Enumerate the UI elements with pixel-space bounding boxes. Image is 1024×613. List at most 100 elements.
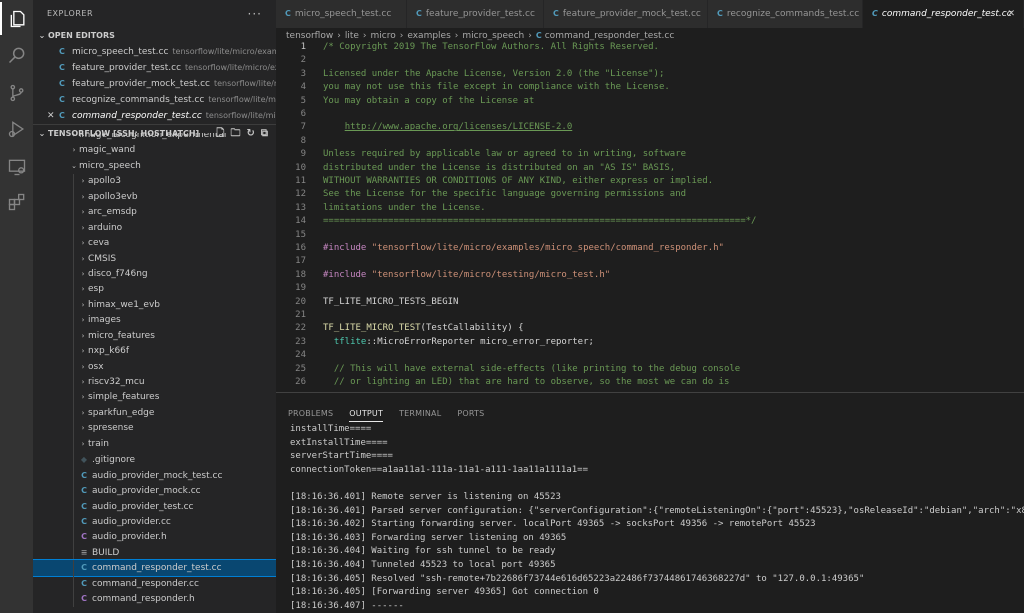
tree-folder[interactable]: › nxp_k66f xyxy=(33,344,276,360)
editor-tab[interactable]: Cfeature_provider_mock_test.cc xyxy=(544,0,708,28)
code-line: 3 Licensed under the Apache License, Vers… xyxy=(276,68,1024,81)
tree-item-label: esp xyxy=(88,284,104,295)
close-icon[interactable]: ✕ xyxy=(1007,0,1015,28)
tree-folder[interactable]: › micro_features xyxy=(33,328,276,345)
tree-file[interactable]: Ccommand_responder.cc xyxy=(33,575,276,592)
chevron-right-icon: › xyxy=(81,347,85,356)
tree-folder[interactable]: › disco_f746ng xyxy=(33,266,276,283)
explorer-icon[interactable] xyxy=(0,2,33,35)
tree-item-label: apollo3 xyxy=(88,176,121,187)
breadcrumb-item[interactable]: command_responder_test.cc xyxy=(545,31,675,41)
tree-file[interactable]: Caudio_provider.h xyxy=(33,529,276,545)
tree-folder[interactable]: ⌄ micro_speech xyxy=(33,159,276,174)
indent-guide xyxy=(73,236,74,252)
panel-tabs: PROBLEMS OUTPUT TERMINAL PORTS xyxy=(288,401,500,422)
extensions-icon[interactable] xyxy=(0,185,33,218)
tree-folder[interactable]: › apollo3evb xyxy=(33,189,276,206)
output-log[interactable]: installTime==== extInstallTime==== serverS… xyxy=(290,423,1024,613)
breadcrumb-item[interactable]: micro_speech xyxy=(462,31,524,41)
tree-folder[interactable]: › simple_features xyxy=(33,390,276,406)
tree-folder[interactable]: › sparkfun_edge xyxy=(33,405,276,422)
tree-folder[interactable]: › arc_emsdp xyxy=(33,205,276,221)
tree-file[interactable]: ≡ BUILD xyxy=(33,544,276,561)
code-line: 11 WITHOUT WARRANTIES OR CONDITIONS OF AN… xyxy=(276,175,1024,188)
panel-tab-ports[interactable]: PORTS xyxy=(457,409,484,421)
editor-tab[interactable]: Crecognize_commands_test.cc xyxy=(708,0,863,28)
tree-folder[interactable]: › esp xyxy=(33,282,276,298)
open-editor-item[interactable]: Crecognize_commands_test.cc tensorflow/li… xyxy=(33,92,276,108)
open-editor-item[interactable]: Cfeature_provider_test.cc tensorflow/lite… xyxy=(33,60,276,76)
code-line: 7 http://www.apache.org/licenses/LICENSE… xyxy=(276,121,1024,134)
open-editor-name: micro_speech_test.cc xyxy=(72,47,169,57)
tree-folder[interactable]: › image_recognition_experimental xyxy=(33,133,276,143)
breadcrumb-item[interactable]: examples xyxy=(407,31,450,41)
tree-folder[interactable]: › himax_we1_evb xyxy=(33,297,276,314)
tree-folder[interactable]: › arduino xyxy=(33,220,276,237)
source-control-icon[interactable] xyxy=(0,76,33,109)
tree-file[interactable]: Ccommand_responder_test.cc xyxy=(33,559,276,577)
panel-tab-problems[interactable]: PROBLEMS xyxy=(288,409,333,421)
tree-folder[interactable]: › spresense xyxy=(33,421,276,437)
line-number: 22 xyxy=(295,323,306,334)
code-text: Licensed under the Apache License, Versi… xyxy=(323,68,665,79)
code-text: distributed under the License is distrib… xyxy=(323,162,676,173)
code-text: TF_LITE_MICRO_TEST(TestCallability) { xyxy=(323,323,524,334)
open-editor-item[interactable]: Cfeature_provider_mock_test.cc tensorflow… xyxy=(33,76,276,92)
tree-folder[interactable]: › apollo3 xyxy=(33,174,276,190)
tree-folder[interactable]: › ceva xyxy=(33,236,276,252)
chevron-right-icon: › xyxy=(72,133,76,139)
tree-file[interactable]: Caudio_provider_mock.cc xyxy=(33,483,276,499)
tree-file[interactable]: Caudio_provider.cc xyxy=(33,513,276,530)
breadcrumb-item[interactable]: micro xyxy=(371,31,396,41)
tree-file[interactable]: Ccommand_responder.h xyxy=(33,591,276,607)
editor-tab-label: feature_provider_test.cc xyxy=(425,9,535,19)
tree-folder[interactable]: › osx xyxy=(33,359,276,375)
open-editor-item[interactable]: ✕ Ccommand_responder_test.cc tensorflow/li… xyxy=(33,108,276,124)
editor-tab[interactable]: Cmicro_speech_test.cc xyxy=(276,0,407,28)
breadcrumb-item[interactable]: lite xyxy=(345,31,359,41)
line-number: 25 xyxy=(295,363,306,374)
tree-folder[interactable]: › train xyxy=(33,436,276,453)
open-editor-item[interactable]: Cmicro_speech_test.cc tensorflow/lite/mic… xyxy=(33,44,276,60)
tree-file[interactable]: Caudio_provider_mock_test.cc xyxy=(33,467,276,484)
editor-tab[interactable]: Cfeature_provider_test.cc xyxy=(407,0,544,28)
line-number: 13 xyxy=(295,202,306,213)
line-number: 26 xyxy=(295,377,306,387)
tree-folder[interactable]: › CMSIS xyxy=(33,251,276,267)
code-text: http://www.apache.org/licenses/LICENSE-2… xyxy=(344,122,573,133)
remote-explorer-icon[interactable] xyxy=(0,150,33,183)
more-actions-icon[interactable]: ··· xyxy=(248,0,262,28)
output-line: connectionToken==a1aa11a1-111a-11a1-a111… xyxy=(290,464,589,475)
chevron-right-icon: › xyxy=(81,239,85,248)
tree-file[interactable]: Caudio_provider_test.cc xyxy=(33,498,276,514)
run-debug-icon[interactable] xyxy=(0,112,33,145)
breadcrumb-separator: › xyxy=(362,31,367,41)
panel-tab-terminal[interactable]: TERMINAL xyxy=(399,409,441,421)
tree-folder[interactable]: › magic_wand xyxy=(33,143,276,158)
indent-guide xyxy=(73,282,74,298)
code-line: 14 ======================================… xyxy=(276,215,1024,228)
tree-folder[interactable]: › riscv32_mcu xyxy=(33,375,276,391)
code-line: 15 xyxy=(276,229,1024,242)
git-file-icon: ◆ xyxy=(80,455,88,465)
tree-item-label: micro_speech xyxy=(79,160,141,171)
tree-item-label: sparkfun_edge xyxy=(88,407,155,418)
tree-file[interactable]: ◆ .gitignore xyxy=(33,452,276,468)
chevron-right-icon: › xyxy=(81,378,85,386)
panel-tab-output[interactable]: OUTPUT xyxy=(349,409,384,422)
code-text: You may obtain a copy of the License at xyxy=(323,95,535,106)
chevron-right-icon: › xyxy=(81,393,85,402)
indent-guide xyxy=(73,359,74,375)
code-editor[interactable]: 1 /* Copyright 2019 The TensorFlow Author… xyxy=(276,41,1024,390)
code-line: 24 xyxy=(276,349,1024,362)
line-number: 12 xyxy=(295,189,306,200)
search-icon[interactable] xyxy=(0,38,33,71)
code-line: 13 limitations under the License. xyxy=(276,202,1024,215)
tree-folder[interactable]: › images xyxy=(33,313,276,329)
editor-tab[interactable]: Ccommand_responder_test.cc ✕ xyxy=(863,0,1024,28)
breadcrumb-item[interactable]: tensorflow xyxy=(286,31,333,41)
close-icon[interactable]: ✕ xyxy=(47,108,55,124)
open-editors-header[interactable]: ⌄ OPEN EDITORS xyxy=(33,28,276,44)
indent-guide xyxy=(73,436,74,453)
